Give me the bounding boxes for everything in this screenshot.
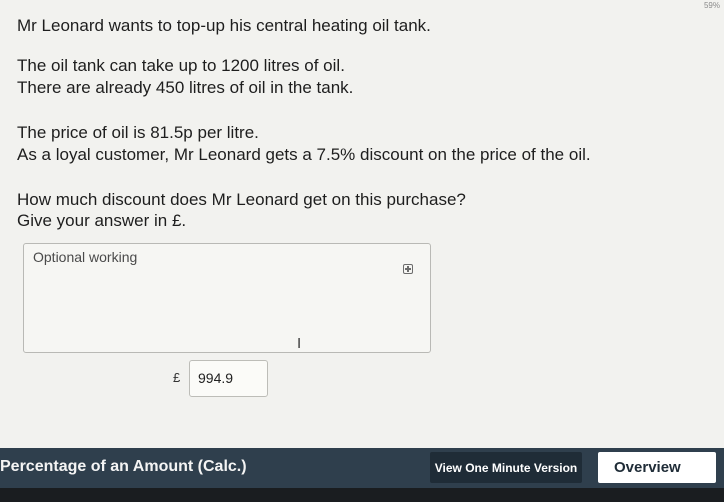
question-line-2: The oil tank can take up to 1200 litres … xyxy=(17,56,345,75)
corner-mark: 59% xyxy=(703,1,720,10)
bottom-strip xyxy=(0,488,724,502)
optional-working-box[interactable]: Optional working I xyxy=(23,243,431,353)
text-cursor-icon: I xyxy=(297,335,302,352)
answer-input[interactable]: 994.9 xyxy=(189,360,268,397)
question-line-1: Mr Leonard wants to top-up his central h… xyxy=(17,16,431,35)
plus-square-icon[interactable] xyxy=(403,264,413,274)
question-line-6: How much discount does Mr Leonard get on… xyxy=(17,190,466,209)
topic-title: Percentage of an Amount (Calc.) xyxy=(0,458,247,475)
overview-button[interactable]: Overview xyxy=(598,452,716,483)
question-line-4: The price of oil is 81.5p per litre. xyxy=(17,123,259,142)
question-line-3: There are already 450 litres of oil in t… xyxy=(17,78,354,97)
question-line-5: As a loyal customer, Mr Leonard gets a 7… xyxy=(17,145,591,164)
view-one-minute-version-button[interactable]: View One Minute Version xyxy=(430,452,582,483)
currency-sign: £ xyxy=(173,370,181,385)
optional-working-label: Optional working xyxy=(33,249,138,265)
question-line-7: Give your answer in £. xyxy=(17,211,187,230)
bottom-bar: Percentage of an Amount (Calc.) View One… xyxy=(0,448,724,488)
